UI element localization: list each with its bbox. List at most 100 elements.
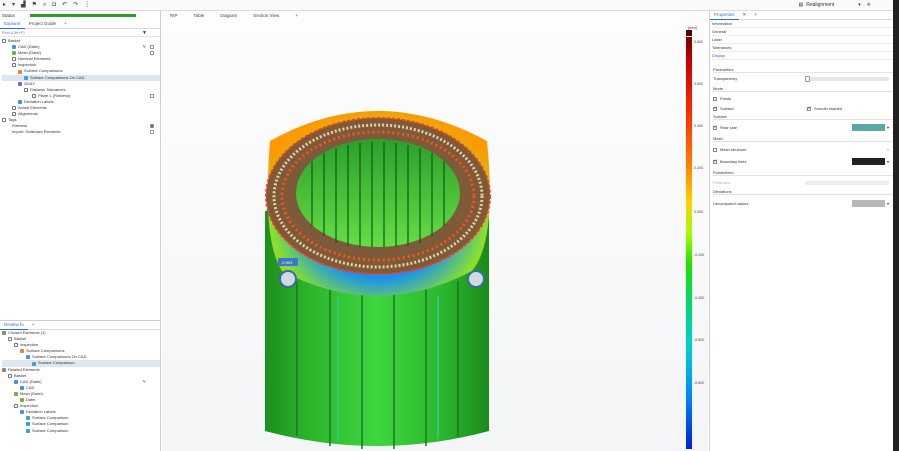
properties-sections: Information General Label Tolerances Dis… [710, 20, 899, 60]
chart-icon[interactable]: ▟ [21, 0, 26, 11]
inner-bore [296, 139, 460, 247]
surface-row: Surface Smooth shaded [713, 104, 895, 113]
tag-checkbox[interactable] [150, 130, 154, 135]
tab-properties[interactable]: Properties [710, 11, 739, 20]
explorer-tabs: Explorer Project Guide + [0, 20, 160, 29]
surface-checkbox[interactable] [713, 105, 717, 111]
add-tab-button[interactable]: + [60, 20, 71, 28]
explorer-panel: Status Explorer Project Guide + ▼ Basket… [0, 11, 161, 451]
edit-icon[interactable]: ✎ [143, 379, 146, 385]
parameters-title: Parameters [713, 67, 895, 73]
point-size-slider[interactable] [805, 180, 889, 185]
status-progress-bar [30, 14, 136, 17]
edit-icon[interactable]: ✎ [143, 44, 146, 50]
undo-icon[interactable]: ↶ [62, 0, 67, 11]
section-general[interactable]: General [712, 28, 899, 36]
viewport-tabs: RIP Table Diagram Section View + [162, 11, 708, 21]
chevron-down-icon[interactable]: ▾ [887, 125, 889, 130]
filter-icon[interactable]: ▼ [142, 30, 147, 36]
cad-icon [12, 45, 16, 50]
chevron-down-icon[interactable]: ▾ [887, 159, 889, 164]
play-icon[interactable]: ▸ [3, 0, 6, 11]
smooth-shaded-checkbox[interactable] [807, 105, 811, 111]
tab-table[interactable]: Table [186, 11, 213, 21]
tab-diagram[interactable]: Diagram [212, 11, 245, 21]
chevron-down-icon[interactable]: ▾ [887, 147, 889, 152]
section-tolerances[interactable]: Tolerances [712, 44, 899, 52]
section-label[interactable]: Label [712, 36, 899, 44]
tree-item-import[interactable]: Import: Softshare Elements [2, 129, 160, 135]
visibility-checkbox[interactable] [150, 51, 154, 56]
tag-checkbox[interactable] [150, 124, 154, 129]
visibility-checkbox[interactable] [150, 93, 154, 98]
camera-icon[interactable]: ◘ [52, 0, 56, 11]
points-lines-title: Points/lines [713, 170, 895, 176]
deviations-title: Deviations [713, 189, 895, 195]
folder-icon [12, 63, 16, 68]
screen-edge [893, 0, 899, 451]
section-display[interactable]: Display [712, 52, 899, 60]
color-legend-bar [686, 37, 692, 449]
comparison-icon [18, 69, 22, 74]
rear-side-color-swatch[interactable] [852, 124, 885, 131]
status-label: Status [2, 13, 15, 18]
filter-input[interactable] [2, 30, 142, 35]
points-checkbox[interactable] [713, 96, 717, 101]
folder-icon [12, 106, 16, 111]
folder-icon [8, 373, 12, 378]
points-row: Points [713, 94, 895, 103]
tab-explorer[interactable]: Explorer [0, 20, 25, 29]
plane-icon [32, 93, 36, 98]
rear-side-checkbox[interactable] [713, 124, 717, 130]
mounting-hole-left [279, 270, 297, 288]
redo-icon[interactable]: ↷ [73, 0, 78, 11]
tab-project-guide[interactable]: Project Guide [25, 20, 60, 28]
boundary-color-swatch[interactable] [852, 158, 885, 165]
add-tab-button[interactable]: + [28, 321, 39, 329]
legend-tick: -0.200 [694, 253, 705, 257]
mesh-title: Mesh [713, 136, 895, 142]
chevron-down-icon[interactable]: ▾ [887, 201, 889, 206]
visibility-checkbox[interactable] [150, 45, 154, 50]
elements-icon [2, 367, 6, 372]
section-information[interactable]: Information [712, 20, 899, 28]
workspace-selector[interactable]: ▤ Realignment ▾ ✛ [798, 1, 871, 10]
deviation-label-text: -0.993 [281, 260, 293, 265]
review-tree: Chosen Elements (1) Basket Inspection Su… [0, 330, 160, 442]
review-panel: Review fo + Chosen Elements (1) Basket I… [0, 320, 160, 442]
mounting-hole-right [467, 270, 485, 288]
tab-section-view[interactable]: Section View [245, 11, 287, 21]
boundary-lines-checkbox[interactable] [713, 158, 717, 164]
slider-handle[interactable] [805, 75, 810, 82]
add-icon[interactable]: ✛ [867, 1, 871, 10]
3d-viewport[interactable]: RIP Table Diagram Section View + -0.993 [162, 11, 708, 451]
filter-row: ▼ [0, 29, 160, 37]
legend-tick: 0.400 [694, 124, 703, 128]
arrow-icon[interactable]: ▾ [12, 0, 15, 11]
tab-review[interactable]: Review fo [0, 321, 28, 330]
uncomputed-color-swatch[interactable] [852, 200, 885, 207]
more-icon[interactable]: ⋮ [84, 0, 90, 11]
flag-icon[interactable]: ⚑ [32, 0, 37, 11]
comparison-icon [26, 422, 30, 427]
properties-panel: Properties ✕ + Information General Label… [709, 11, 899, 451]
add-view-button[interactable]: + [287, 11, 306, 21]
uncomputed-label: Uncomputed values [713, 201, 749, 206]
search-icon[interactable]: ⌕ [43, 0, 46, 11]
comparison-icon [26, 416, 30, 421]
comparison-icon [24, 75, 28, 80]
add-tab-button[interactable]: + [750, 11, 761, 19]
stator-model[interactable]: -0.993 [162, 21, 708, 451]
transparency-label: Transparency [713, 76, 738, 81]
elements-icon [2, 331, 6, 336]
mesh-structure-checkbox[interactable] [713, 147, 717, 152]
transparency-slider[interactable] [805, 75, 889, 82]
close-icon[interactable]: ✕ [739, 11, 751, 19]
folder-icon [14, 404, 18, 409]
review-item[interactable]: Surface Comparison [2, 428, 160, 434]
workspace-label: Realignment [806, 2, 835, 8]
cad-icon [14, 379, 18, 384]
tab-rip[interactable]: RIP [162, 11, 186, 21]
label-icon [18, 99, 22, 104]
mesh-icon [12, 51, 16, 56]
